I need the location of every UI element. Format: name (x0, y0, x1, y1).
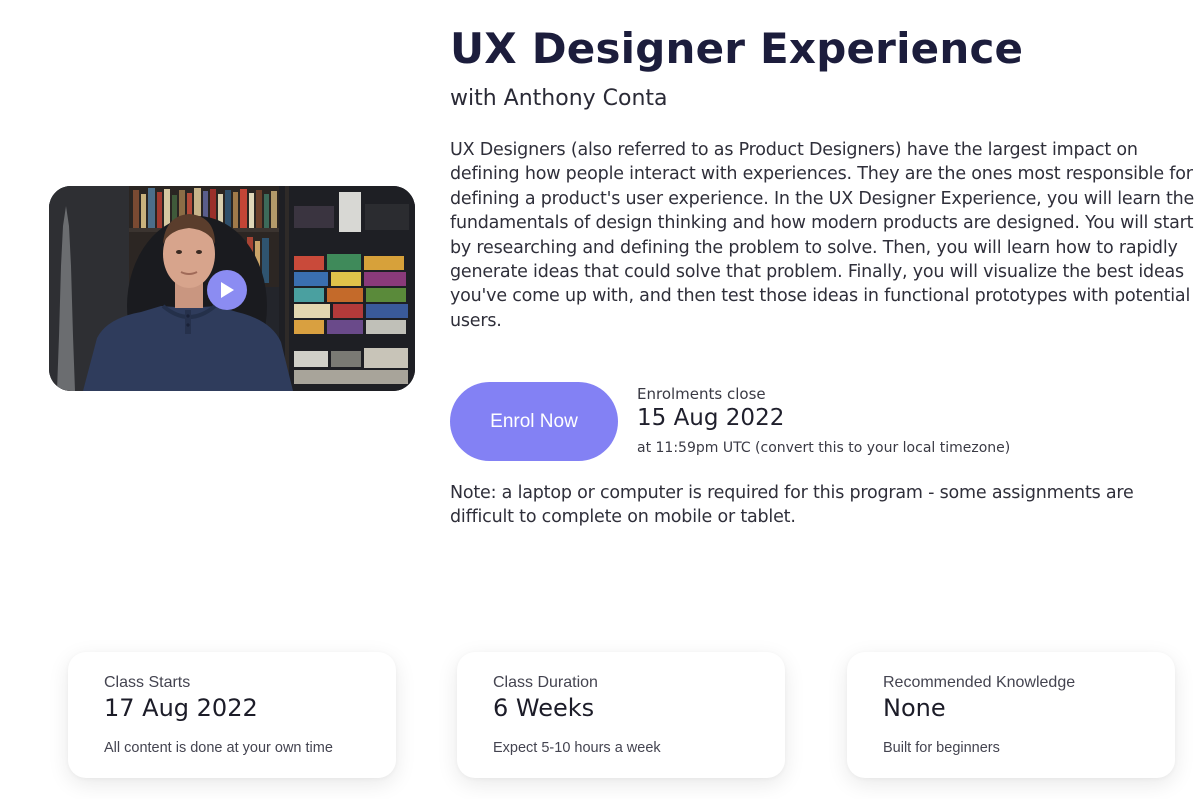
card-note: Expect 5-10 hours a week (493, 740, 661, 756)
course-page: UX Designer Experience with Anthony Cont… (0, 0, 1200, 799)
enrolments-close-label: Enrolments close (637, 385, 766, 403)
course-description: UX Designers (also referred to as Produc… (450, 140, 1195, 331)
card-value: 6 Weeks (493, 694, 595, 722)
recommended-knowledge-card: Recommended Knowledge None Built for beg… (847, 652, 1175, 778)
class-duration-card: Class Duration 6 Weeks Expect 5-10 hours… (457, 652, 785, 778)
class-starts-card: Class Starts 17 Aug 2022 All content is … (68, 652, 396, 778)
card-note: Built for beginners (883, 740, 1000, 756)
enrolments-close-time: at 11:59pm UTC (convert this to your loc… (637, 440, 1010, 456)
card-label: Class Duration (493, 674, 598, 691)
course-instructor: with Anthony Conta (450, 86, 668, 111)
enrolments-close-date: 15 Aug 2022 (637, 405, 785, 431)
close-time-text: at 11:59pm UTC (637, 440, 756, 456)
card-value: 17 Aug 2022 (104, 694, 258, 722)
enrol-now-button[interactable]: Enrol Now (450, 382, 618, 461)
card-value: None (883, 694, 946, 722)
device-requirement-note: Note: a laptop or computer is required f… (450, 483, 1134, 528)
card-label: Class Starts (104, 674, 191, 691)
card-note: All content is done at your own time (104, 740, 333, 756)
card-label: Recommended Knowledge (883, 674, 1076, 691)
play-button[interactable] (207, 270, 247, 310)
course-title: UX Designer Experience (450, 24, 1024, 73)
play-icon (221, 282, 234, 298)
convert-timezone-link[interactable]: (convert this to your local timezone) (755, 440, 1010, 456)
